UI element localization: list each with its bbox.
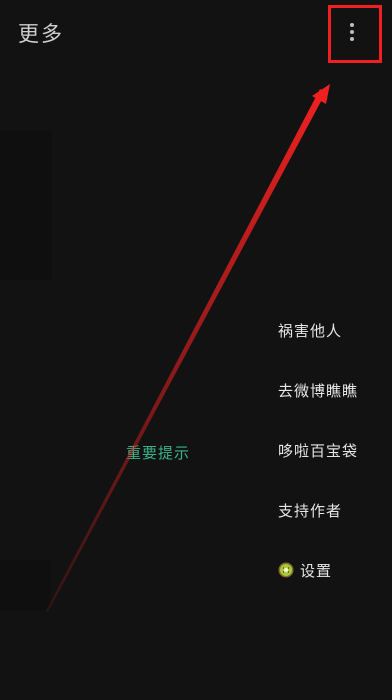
screen: 更多 重要提示 祸害他人 去微博瞧瞧 哆啦百宝袋 支持作者 设置 xyxy=(0,0,392,700)
highlight-box xyxy=(328,5,382,63)
annotation-arrow xyxy=(46,84,330,612)
arrow-shaft xyxy=(46,89,326,612)
